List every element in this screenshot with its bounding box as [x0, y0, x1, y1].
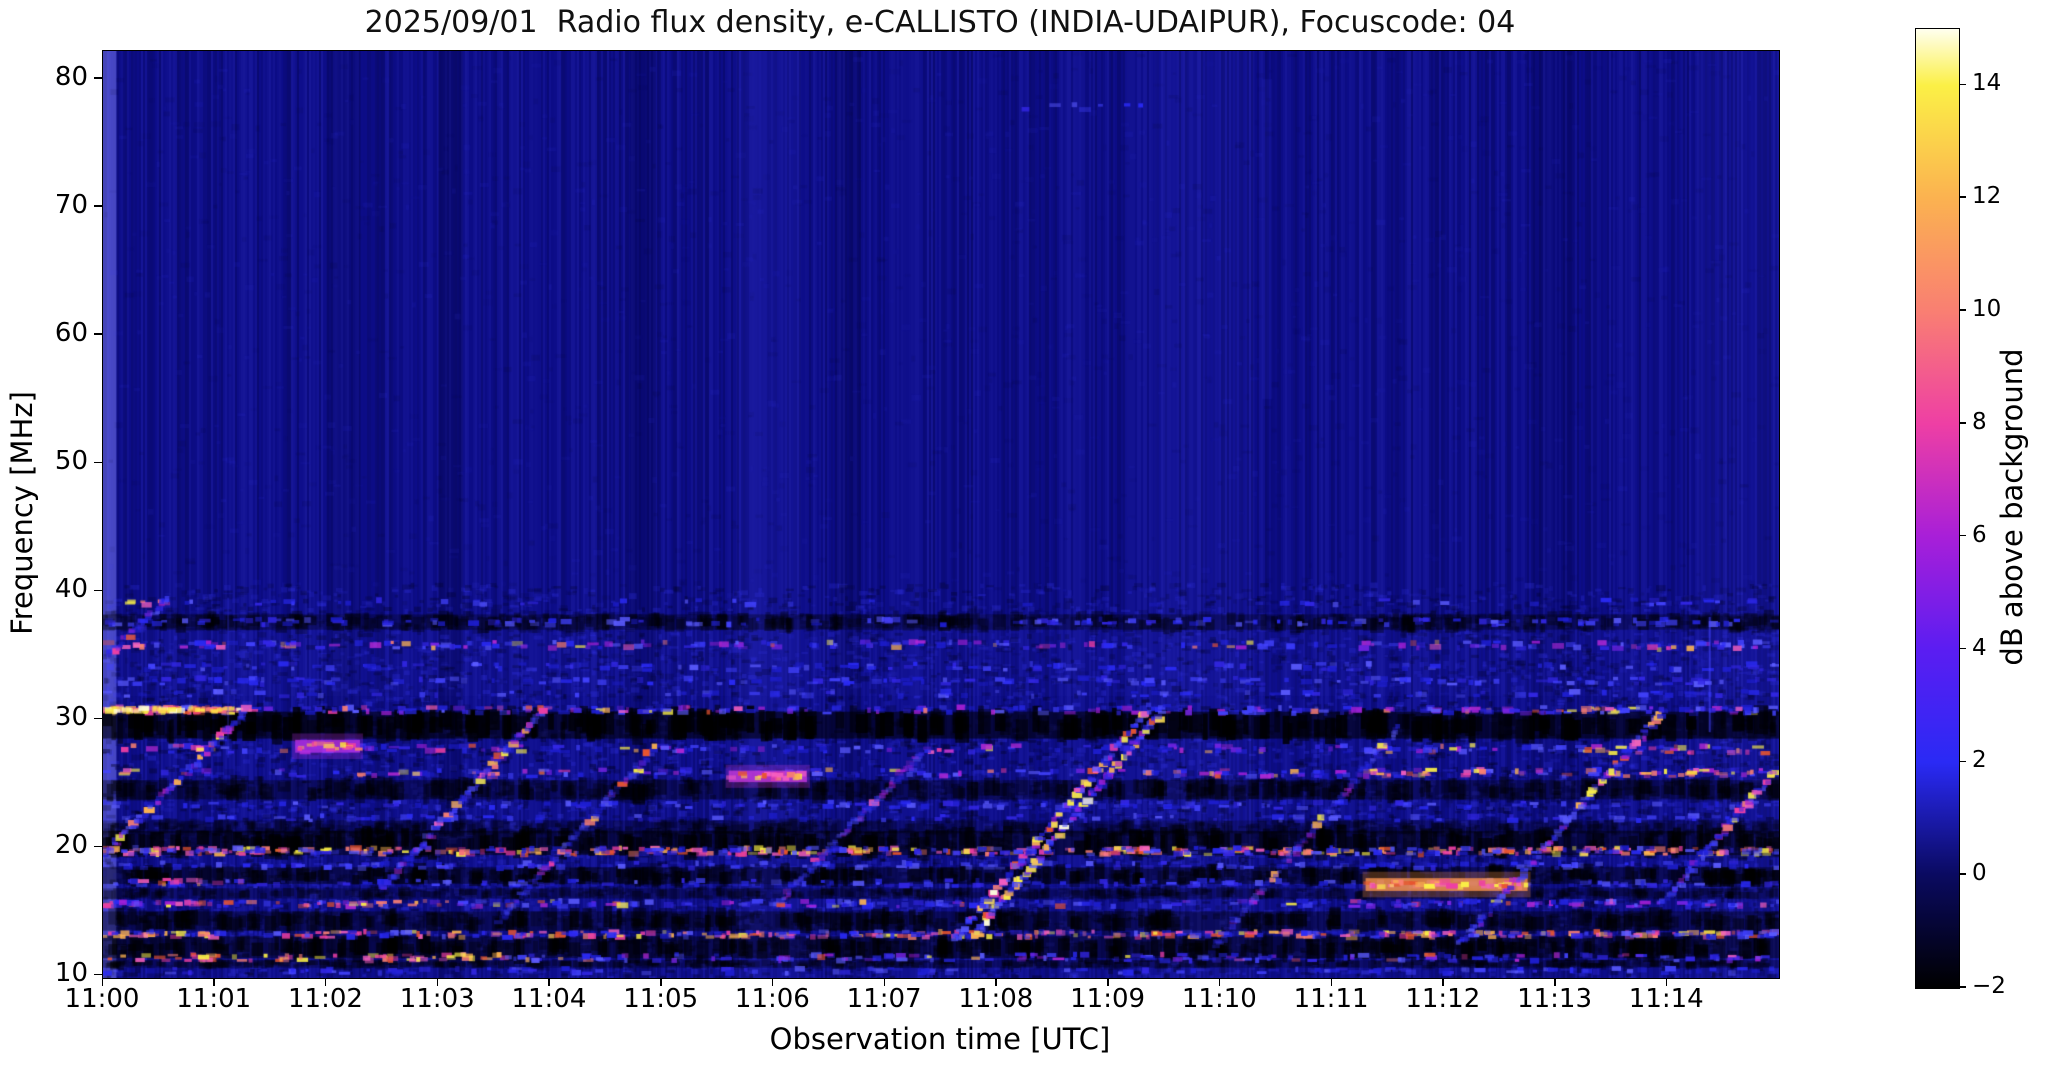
- colorbar-tick: [1959, 873, 1966, 875]
- colorbar-tick: [1959, 760, 1966, 763]
- spectrogram-figure: 2025/09/01 Radio flux density, e-CALLIST…: [0, 0, 2047, 1067]
- y-tick: [94, 205, 102, 207]
- x-axis-label: Observation time [UTC]: [769, 1022, 1111, 1056]
- colorbar-tick-label: 8: [1972, 408, 1987, 435]
- y-tick: [94, 333, 102, 335]
- y-tick-label: 70: [54, 190, 88, 221]
- colorbar-tick-label: 10: [1972, 296, 2002, 323]
- y-tick: [94, 973, 102, 976]
- colorbar-tick: [1959, 83, 1966, 86]
- colorbar-tick: [1959, 986, 1966, 988]
- colorbar-tick: [1959, 534, 1966, 537]
- x-tick-label: 11:14: [1628, 984, 1704, 1014]
- y-tick: [94, 77, 102, 79]
- colorbar-tick-label: 6: [1972, 521, 1987, 548]
- colorbar-tick-label: 0: [1972, 860, 1987, 887]
- colorbar-tick-label: 2: [1972, 747, 1987, 774]
- colorbar-tick-label: 14: [1972, 70, 2002, 97]
- y-tick-label: 30: [54, 702, 88, 733]
- colorbar-tick: [1959, 422, 1966, 424]
- y-tick: [94, 461, 102, 464]
- y-tick-label: 20: [54, 830, 88, 861]
- colorbar-tick: [1959, 196, 1966, 198]
- colorbar-tick-label: 12: [1972, 183, 2002, 210]
- y-tick: [94, 845, 102, 848]
- y-tick: [94, 589, 102, 592]
- colorbar-tick: [1959, 647, 1966, 650]
- y-tick-label: 60: [54, 318, 88, 349]
- colorbar-tick: [1959, 309, 1966, 311]
- chart-title: 2025/09/01 Radio flux density, e-CALLIST…: [364, 5, 1516, 40]
- colorbar-label: dB above background: [1995, 348, 2029, 666]
- spectrogram-canvas: [102, 50, 1780, 979]
- y-tick-label: 80: [54, 62, 88, 93]
- colorbar-tick-label: −2: [1972, 973, 2006, 999]
- y-tick-label: 10: [54, 958, 88, 989]
- y-tick: [94, 717, 102, 720]
- y-axis-label: Frequency [MHz]: [5, 391, 39, 635]
- colorbar: [1915, 28, 1960, 989]
- colorbar-tick-label: 4: [1972, 634, 1987, 661]
